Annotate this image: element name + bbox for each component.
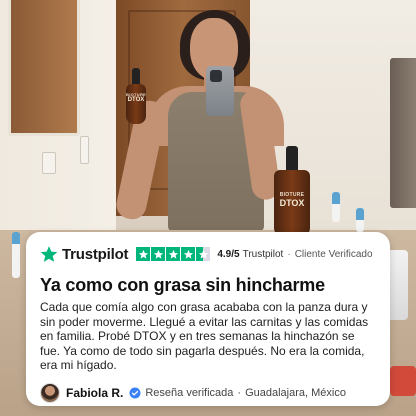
review-body: Cada que comía algo con grasa acababa co… xyxy=(40,300,369,372)
toothbrush xyxy=(332,192,340,222)
trustpilot-logo-text: Trustpilot xyxy=(62,245,129,263)
author-location: Guadalajara, México xyxy=(245,386,346,399)
towel xyxy=(390,58,416,208)
toothbrush xyxy=(12,232,20,278)
verified-customer-label: Cliente Verificado xyxy=(294,248,373,260)
star-icon xyxy=(181,247,196,261)
separator: · xyxy=(237,386,242,399)
phone-camera xyxy=(210,70,222,82)
bottle-product-label: DTOX xyxy=(127,97,145,103)
outlet xyxy=(80,136,89,164)
author-name: Fabiola R. xyxy=(66,385,124,400)
review-author: Fabiola R. Reseña verificada · Guadalaja… xyxy=(40,382,376,403)
check-badge-icon xyxy=(129,387,141,398)
product-bottle-counter: BIOTURE DTOX xyxy=(274,146,310,236)
star-icon xyxy=(151,247,166,261)
separator: · xyxy=(287,248,291,260)
review-headline: Ya como con grasa sin hincharme xyxy=(40,275,325,295)
dropper-cap xyxy=(286,146,298,170)
dropper-cap xyxy=(132,68,140,84)
rating-score: 4.9/5 xyxy=(217,248,240,260)
rating-stars xyxy=(136,247,211,261)
product-bottle-in-hand: BIOTURE DTOX xyxy=(126,68,146,124)
light-switch xyxy=(42,152,56,174)
review-card: Trustpilot 4.9/5 Trustpilot · Cliente Ve… xyxy=(26,232,390,406)
toothbrush xyxy=(356,208,364,232)
avatar xyxy=(40,382,60,403)
star-icon xyxy=(40,246,58,262)
star-icon xyxy=(136,247,151,261)
rating-source: Trustpilot xyxy=(242,248,284,260)
star-icon xyxy=(166,247,181,261)
verification-label: Reseña verificada xyxy=(145,386,234,399)
star-half-icon xyxy=(196,247,211,261)
bathroom-selfie-scene: BIOTURE DTOX BIOTURE DTOX Trustpilot 4.9… xyxy=(0,0,416,416)
cabinet xyxy=(8,0,80,136)
bottle-product-label: DTOX xyxy=(279,198,305,208)
toothpaste-box xyxy=(390,366,416,396)
trustpilot-header: Trustpilot 4.9/5 Trustpilot · Cliente Ve… xyxy=(40,242,376,266)
